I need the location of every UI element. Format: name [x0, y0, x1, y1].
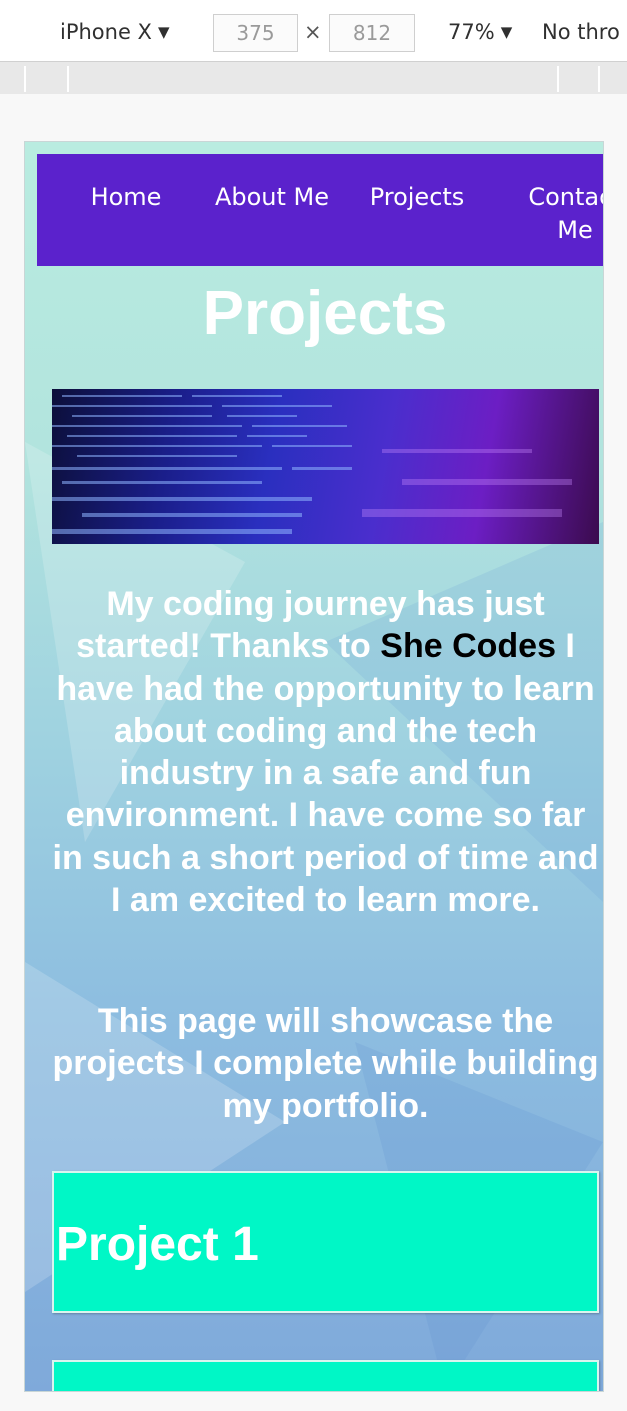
intro-text-end: I have had the opportunity to learn abou…	[52, 627, 599, 920]
devtools-toolbar: iPhone X ▼ 375 × 812 77% ▼ No thro	[0, 0, 627, 62]
hero-code-image	[52, 389, 599, 544]
caret-down-icon: ▼	[157, 23, 170, 41]
page-title: Projects	[202, 279, 448, 348]
throttling-select[interactable]: No thro	[542, 20, 620, 44]
nav-link-projects[interactable]: Projects	[367, 181, 467, 214]
width-input[interactable]: 375	[213, 14, 298, 52]
project-card[interactable]: Project 1	[52, 1171, 599, 1313]
caret-down-icon: ▼	[500, 23, 513, 41]
device-select[interactable]: iPhone X ▼	[60, 20, 170, 44]
project-title: Project 1	[56, 1218, 259, 1271]
zoom-select[interactable]: 77% ▼	[448, 20, 512, 44]
she-codes-link[interactable]: She Codes	[380, 627, 556, 665]
media-query-ruler	[0, 62, 627, 94]
height-input[interactable]: 812	[329, 14, 415, 52]
nav-link-home[interactable]: Home	[83, 181, 169, 214]
ruler-tick	[67, 66, 69, 92]
nav-link-contact-me[interactable]: Contact Me	[515, 181, 603, 247]
showcase-paragraph: This page will showcase the projects I c…	[52, 1002, 599, 1125]
ruler-tick	[24, 66, 26, 92]
dimension-separator: ×	[304, 20, 322, 44]
nav-link-about-me[interactable]: About Me	[207, 181, 337, 214]
zoom-value: 77%	[448, 20, 495, 44]
intro-paragraph: My coding journey has just started! Than…	[52, 583, 599, 921]
code-background-image	[52, 395, 572, 534]
ruler-tick	[598, 66, 600, 92]
ruler-tick	[557, 66, 559, 92]
main-nav: Home About Me Projects Contact Me	[37, 154, 603, 266]
device-name: iPhone X	[60, 20, 152, 44]
project-card[interactable]	[52, 1360, 599, 1391]
device-viewport: Home About Me Projects Contact Me Projec…	[24, 141, 604, 1392]
